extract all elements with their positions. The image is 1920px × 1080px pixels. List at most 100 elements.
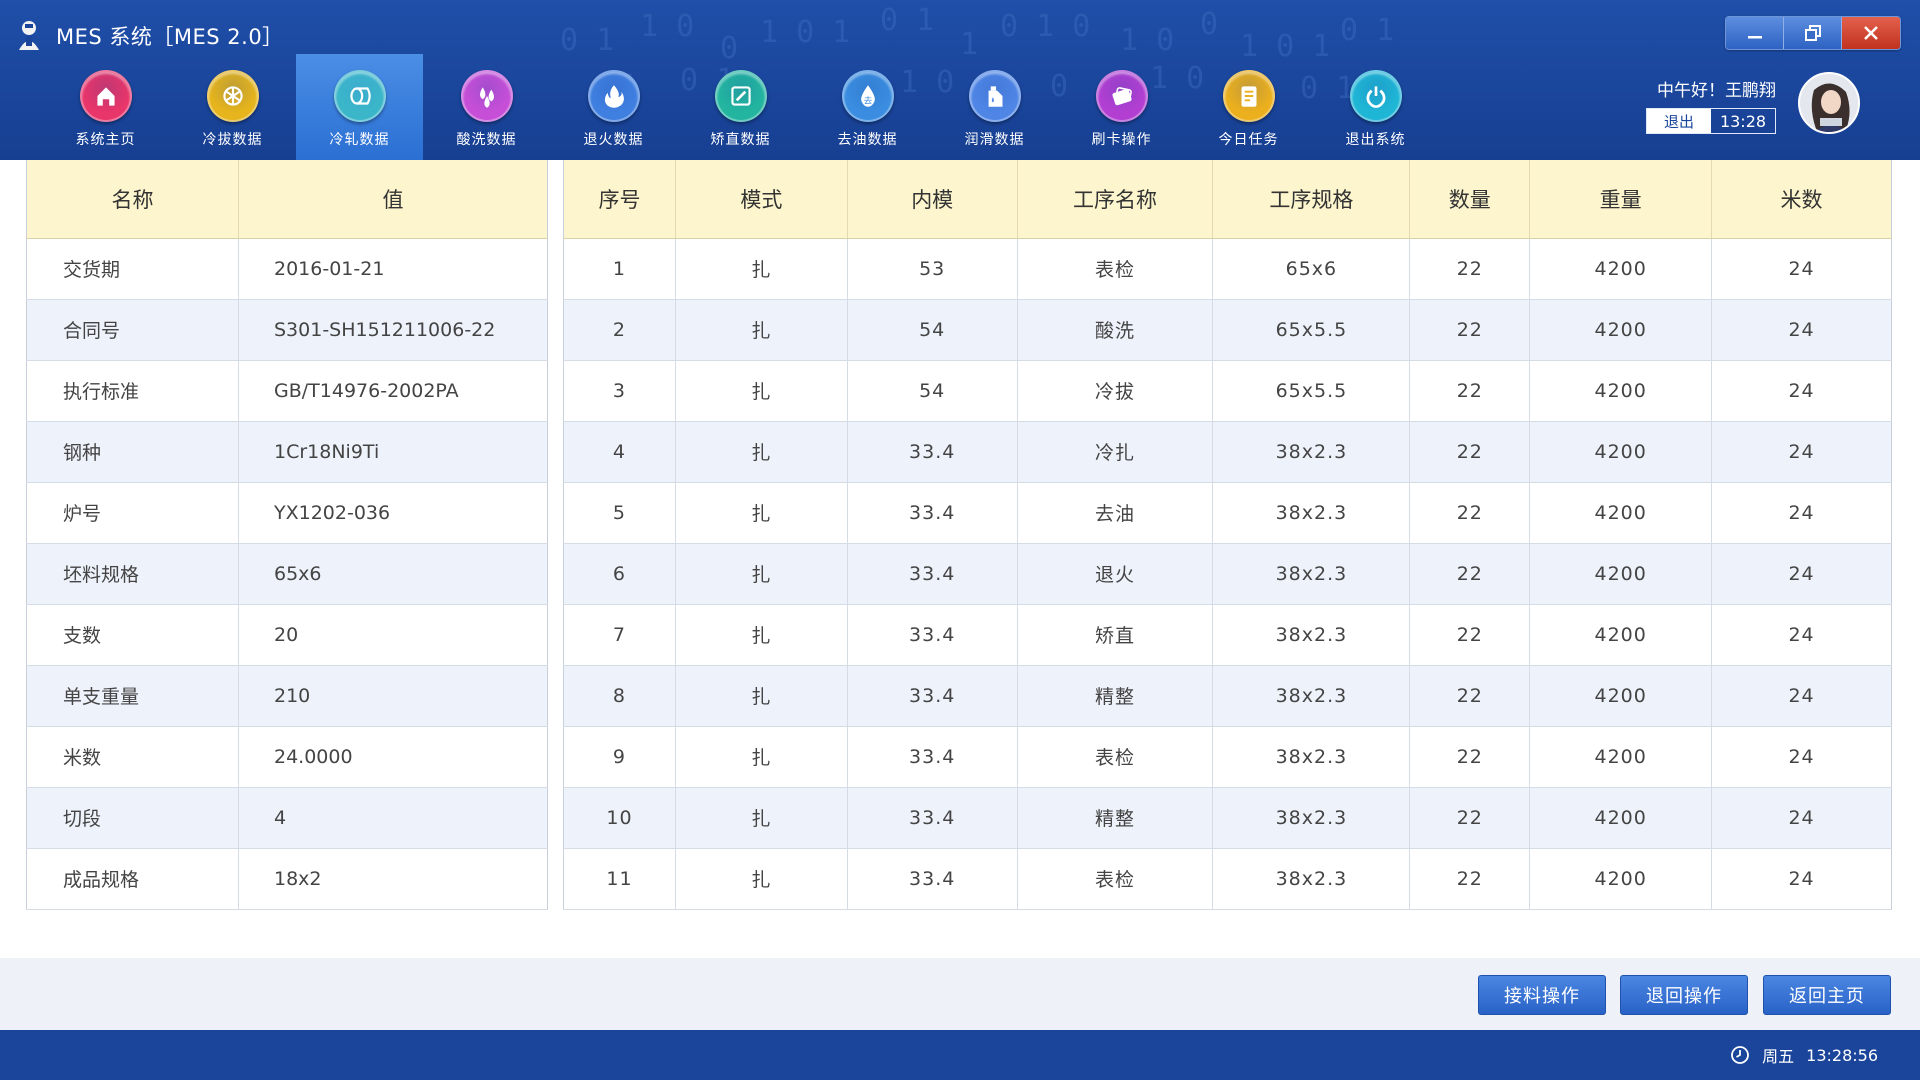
table-row[interactable]: 7 扎 33.4 矫直 38x2.3 22 4200 24 <box>563 604 1892 666</box>
nav-item-0[interactable]: 系统主页 <box>42 54 169 160</box>
column-header-process-name: 工序名称 <box>1017 160 1214 239</box>
table-row[interactable]: 5 扎 33.4 去油 38x2.3 22 4200 24 <box>563 482 1892 544</box>
nav-item-5[interactable]: 矫直数据 <box>677 54 804 160</box>
status-bar: 周五 13:28:56 <box>0 1030 1920 1080</box>
nav-item-1[interactable]: 冷拔数据 <box>169 54 296 160</box>
power-icon <box>1349 70 1402 122</box>
table-row: 坯料规格 65x6 <box>26 543 548 605</box>
process-table: 序号 模式 内模 工序名称 工序规格 数量 重量 米数 1 扎 53 表检 65x6 22 4200 24 2… <box>563 160 1892 910</box>
quantity-cell: 22 <box>1409 726 1531 788</box>
return-home-button[interactable]: 返回主页 <box>1763 975 1891 1015</box>
main-navigation: 系统主页 冷拔数据冷轧数据 酸洗数据 退火数据 矫直数据去去油数据润滑数据 刷卡操作 今日任… <box>42 54 1439 160</box>
nav-item-label: 退火数据 <box>583 132 644 148</box>
quantity-cell: 22 <box>1409 421 1531 483</box>
process-name-cell: 精整 <box>1017 787 1214 849</box>
close-button[interactable] <box>1842 17 1900 49</box>
weight-cell: 4200 <box>1529 360 1713 422</box>
process-name-cell: 表检 <box>1017 238 1214 300</box>
field-name-cell: 交货期 <box>26 238 239 300</box>
process-name-cell: 退火 <box>1017 543 1214 605</box>
column-header-meters: 米数 <box>1711 160 1892 239</box>
inner-die-cell: 33.4 <box>847 665 1018 727</box>
mode-cell: 扎 <box>675 665 848 727</box>
table-row[interactable]: 10 扎 33.4 精整 38x2.3 22 4200 24 <box>563 787 1892 849</box>
roll-icon <box>333 70 386 122</box>
field-value-cell: S301-SH151211006-22 <box>238 299 548 361</box>
table-row: 交货期 2016-01-21 <box>26 238 548 300</box>
process-name-cell: 冷扎 <box>1017 421 1214 483</box>
process-spec-cell: 38x2.3 <box>1212 543 1411 605</box>
restore-button[interactable] <box>1784 17 1842 49</box>
process-name-cell: 去油 <box>1017 482 1214 544</box>
seq-cell: 1 <box>563 238 676 300</box>
table-row[interactable]: 6 扎 33.4 退火 38x2.3 22 4200 24 <box>563 543 1892 605</box>
table-row[interactable]: 11 扎 33.4 表检 38x2.3 22 4200 24 <box>563 848 1892 910</box>
nav-item-8[interactable]: 刷卡操作 <box>1058 54 1185 160</box>
field-name-cell: 钢种 <box>26 421 239 483</box>
field-name-cell: 米数 <box>26 726 239 788</box>
nav-item-6[interactable]: 去去油数据 <box>804 54 931 160</box>
nav-item-4[interactable]: 退火数据 <box>550 54 677 160</box>
meters-cell: 24 <box>1711 421 1892 483</box>
table-row: 执行标准 GB/T14976-2002PA <box>26 360 548 422</box>
nav-item-9[interactable]: 今日任务 <box>1185 54 1312 160</box>
table-row[interactable]: 4 扎 33.4 冷扎 38x2.3 22 4200 24 <box>563 421 1892 483</box>
nav-item-label: 酸洗数据 <box>456 132 517 148</box>
logout-button[interactable]: 退出 <box>1647 109 1711 133</box>
field-value-cell: 210 <box>238 665 548 727</box>
weight-cell: 4200 <box>1529 299 1713 361</box>
table-row: 单支重量 210 <box>26 665 548 727</box>
mode-cell: 扎 <box>675 421 848 483</box>
mode-cell: 扎 <box>675 787 848 849</box>
app-header: 0 11 00 1 0 10 11 0 1 01 00 1 0 10 1 10 … <box>0 0 1920 160</box>
header-time: 13:28 <box>1719 111 1767 131</box>
nav-item-7[interactable]: 润滑数据 <box>931 54 1058 160</box>
process-name-cell: 矫直 <box>1017 604 1214 666</box>
inner-die-cell: 53 <box>847 238 1018 300</box>
table-row[interactable]: 3 扎 54 冷拔 65x5.5 22 4200 24 <box>563 360 1892 422</box>
quantity-cell: 22 <box>1409 543 1531 605</box>
field-name-cell: 单支重量 <box>26 665 239 727</box>
return-operation-button[interactable]: 退回操作 <box>1620 975 1748 1015</box>
field-name-cell: 成品规格 <box>26 848 239 910</box>
nav-item-label: 润滑数据 <box>964 132 1025 148</box>
inner-die-cell: 33.4 <box>847 421 1018 483</box>
mode-cell: 扎 <box>675 238 848 300</box>
table-row[interactable]: 2 扎 54 酸洗 65x5.5 22 4200 24 <box>563 299 1892 361</box>
nav-item-2[interactable]: 冷轧数据 <box>296 54 423 160</box>
action-bar: 接料操作 退回操作 返回主页 <box>0 958 1920 1030</box>
table-header-row: 序号 模式 内模 工序名称 工序规格 数量 重量 米数 <box>563 160 1892 239</box>
inner-die-cell: 33.4 <box>847 604 1018 666</box>
table-row[interactable]: 9 扎 33.4 表检 38x2.3 22 4200 24 <box>563 726 1892 788</box>
field-value-cell: 65x6 <box>238 543 548 605</box>
home-icon <box>79 70 132 122</box>
field-value-cell: 4 <box>238 787 548 849</box>
quantity-cell: 22 <box>1409 238 1531 300</box>
status-time: 13:28:56 <box>1806 1045 1878 1065</box>
nav-item-label: 去油数据 <box>837 132 898 148</box>
quantity-cell: 22 <box>1409 665 1531 727</box>
inner-die-cell: 33.4 <box>847 543 1018 605</box>
title-bar: MES 系统［MES 2.0］ <box>14 16 284 56</box>
nav-item-label: 刷卡操作 <box>1091 132 1152 148</box>
clock-icon <box>1731 1046 1750 1064</box>
weight-cell: 4200 <box>1529 787 1713 849</box>
nav-item-label: 冷轧数据 <box>329 132 390 148</box>
meters-cell: 24 <box>1711 543 1892 605</box>
receive-material-button[interactable]: 接料操作 <box>1478 975 1606 1015</box>
seq-cell: 8 <box>563 665 676 727</box>
mode-cell: 扎 <box>675 848 848 910</box>
mode-cell: 扎 <box>675 360 848 422</box>
table-row[interactable]: 8 扎 33.4 精整 38x2.3 22 4200 24 <box>563 665 1892 727</box>
svg-text:0 1: 0 1 <box>1340 13 1394 48</box>
nav-item-10[interactable]: 退出系统 <box>1312 54 1439 160</box>
task-icon <box>1222 70 1275 122</box>
user-greeting: 中午好！王鹏翔 <box>1657 81 1776 101</box>
avatar[interactable] <box>1798 72 1860 134</box>
minimize-button[interactable] <box>1726 17 1784 49</box>
process-spec-cell: 38x2.3 <box>1212 604 1411 666</box>
table-row[interactable]: 1 扎 53 表检 65x6 22 4200 24 <box>563 238 1892 300</box>
field-name-cell: 执行标准 <box>26 360 239 422</box>
weight-cell: 4200 <box>1529 238 1713 300</box>
nav-item-3[interactable]: 酸洗数据 <box>423 54 550 160</box>
